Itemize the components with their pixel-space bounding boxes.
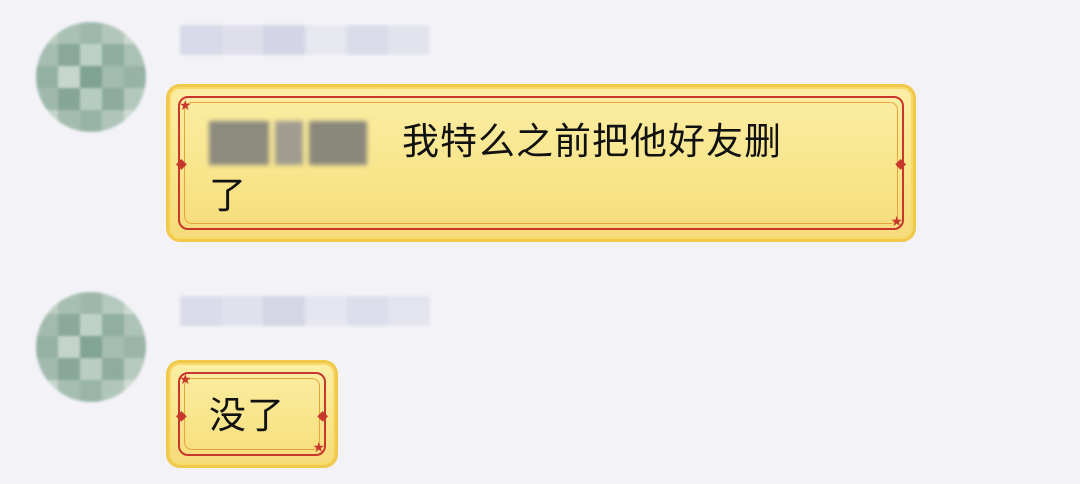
diamond-icon: ◆ xyxy=(317,408,328,424)
avatar[interactable] xyxy=(36,292,146,402)
message-text: 没了 xyxy=(209,394,285,437)
diamond-icon: ◆ xyxy=(176,156,187,172)
star-icon: ★ xyxy=(179,98,192,114)
message-text: 我特么之前把他好友删 xyxy=(402,120,782,163)
star-icon: ★ xyxy=(179,372,192,388)
sender-name-blurred xyxy=(180,25,431,55)
star-icon: ★ xyxy=(312,440,325,456)
message-bubble[interactable]: ◆ ◆ ★ ★ 我特么之前把他好友删 了 xyxy=(166,84,916,242)
diamond-icon: ◆ xyxy=(176,408,187,424)
sender-name-blurred xyxy=(180,296,431,326)
message-bubble[interactable]: ★ ◆ ◆ ★ 没了 xyxy=(166,360,338,468)
mention-blurred xyxy=(209,121,367,165)
diamond-icon: ◆ xyxy=(895,156,906,172)
avatar[interactable] xyxy=(36,22,146,132)
star-icon: ★ xyxy=(890,214,903,230)
message-text-continued: 了 xyxy=(209,174,247,217)
